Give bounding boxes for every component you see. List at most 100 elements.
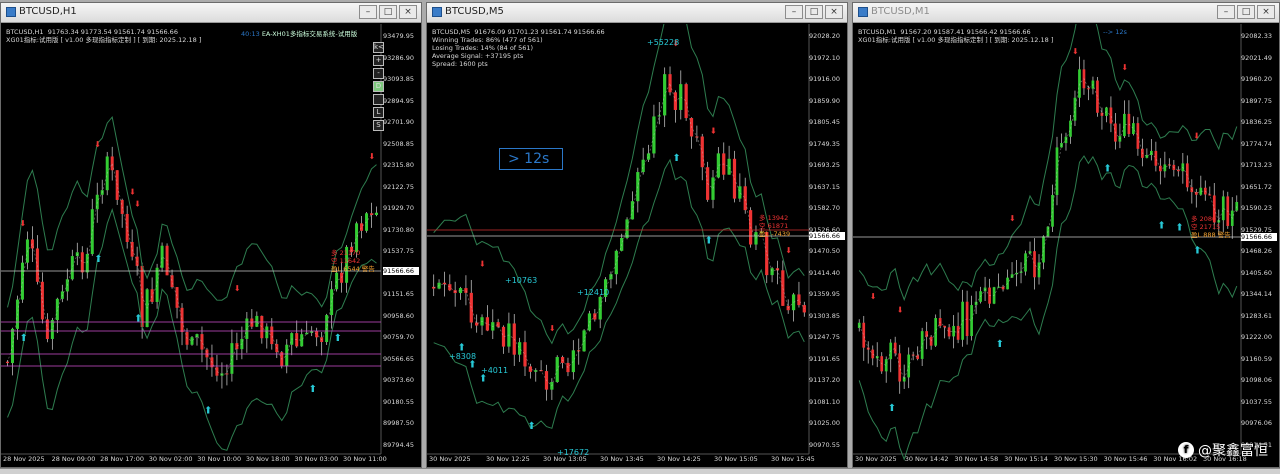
price-chart[interactable]: ⬆ ⬇ ⬆ ⬇ ⬆ ⬇ ⬆ ⬇ ⬆ ⬇ ⬆ ⬇ BTCUSD,M5 91676.09 91701.23…	[427, 24, 847, 467]
candles-canvas[interactable]: ⬆⬇⬆⬇⬆⬇⬆⬇⬆⬇⬆⬇	[853, 24, 1279, 468]
candle-body	[871, 349, 875, 359]
candle-body	[375, 212, 379, 215]
maximize-button[interactable]: □	[1237, 5, 1255, 19]
window-titlebar[interactable]: BTCUSD,H1 – □ ×	[1, 3, 421, 23]
maximize-button[interactable]: □	[379, 5, 397, 19]
candle-body	[862, 322, 866, 348]
chart-tool-button[interactable]: L	[373, 107, 384, 118]
price-tick-label: 91222.00	[1241, 333, 1273, 341]
candle-body	[1024, 253, 1027, 272]
signal-gain-label: +4011	[481, 366, 509, 375]
candles-canvas[interactable]: ⬆⬇⬆⬇⬆⬇⬆⬇⬆⬇⬆⬇	[427, 24, 847, 468]
sell-arrow-icon: ⬇	[129, 187, 136, 196]
price-tick-label: 91037.55	[1241, 397, 1273, 406]
candle-body	[1037, 262, 1041, 278]
buy-arrow-icon: ⬆	[672, 153, 680, 164]
candle-body	[679, 84, 683, 110]
price-tick-label: 91470.50	[809, 247, 841, 255]
price-tick-label: 93093.85	[383, 75, 415, 83]
price-tick-label: 91805.45	[809, 118, 841, 126]
price-tick-label: 92122.75	[383, 182, 415, 191]
candle-body	[501, 326, 506, 347]
buy-arrow-icon: ⬆	[527, 421, 535, 432]
sell-arrow-icon: ⬇	[870, 292, 877, 301]
candle-body	[797, 294, 801, 306]
candle-body	[857, 322, 861, 328]
price-tick-label: 91651.72	[1241, 182, 1273, 191]
window-titlebar[interactable]: BTCUSD,M5 – □ ×	[427, 3, 847, 23]
price-tick-label: 91344.14	[1241, 290, 1273, 298]
candle-body	[1109, 107, 1113, 124]
price-tick-label: 91025.00	[809, 419, 841, 427]
time-tick-label: 30 Nov 10:00	[197, 455, 242, 463]
minimize-button[interactable]: –	[359, 5, 377, 19]
candle-body	[335, 272, 339, 290]
window-titlebar[interactable]: BTCUSD,M1 – □ ×	[853, 3, 1279, 23]
sell-arrow-icon: ⬇	[785, 246, 792, 255]
candle-body	[598, 296, 602, 320]
price-tick-label: 93479.95	[383, 32, 415, 40]
price-tick-label: 90373.60	[383, 376, 415, 384]
sell-arrow-icon: ⬇	[94, 140, 101, 149]
price-tick-label: 91836.25	[1241, 118, 1273, 126]
watermark: f @聚鑫富恒	[1178, 440, 1268, 460]
moving-average-line	[433, 82, 805, 387]
window-title: BTCUSD,M1	[871, 6, 930, 17]
candle-body	[668, 74, 672, 93]
sell-arrow-icon: ⬇	[1009, 214, 1016, 223]
chart-icon	[6, 6, 16, 17]
sell-arrow-icon: ⬇	[897, 305, 904, 314]
candle-body	[614, 250, 618, 275]
candle-body	[448, 284, 452, 291]
candle-body	[898, 353, 902, 382]
price-chart[interactable]: ⬆ ⬇ ⬆ ⬇ ⬆ ⬇ ⬆ ⬇ ⬆ ⬇ ⬆ ⬇ BTCUSD,M1 91567.20 91587.41…	[853, 24, 1279, 467]
taskbar	[0, 468, 1280, 474]
minimize-button[interactable]: –	[785, 5, 803, 19]
candle-body	[1078, 69, 1081, 98]
price-tick-label: 91859.90	[809, 96, 841, 105]
close-button[interactable]: ×	[825, 5, 843, 19]
buy-arrow-icon: ⬆	[705, 236, 713, 247]
price-tick-label: 92315.80	[383, 161, 415, 169]
time-tick-label: 30 Nov 11:00	[343, 455, 387, 463]
candle-body	[130, 242, 134, 257]
time-tick-label: 30 Nov 14:25	[657, 455, 701, 463]
chart-window-m1[interactable]: BTCUSD,M1 – □ × ⬆ ⬇ ⬆ ⬇ ⬆ ⬇ ⬆ ⬇ ⬆ ⬇ ⬆ ⬇ BTCUSD,M1 915…	[852, 2, 1280, 468]
price-chart[interactable]: ⬆ ⬇ ⬆ ⬇ ⬆ ⬇ ⬆ ⬇ ⬆ ⬇ ⬆ ⬇ BTCUSD,H1 91763.34 91773.54…	[1, 24, 421, 467]
chart-icon	[858, 6, 868, 17]
buy-arrow-icon: ⬆	[1193, 245, 1201, 256]
candle-body	[528, 366, 532, 372]
candle-body	[929, 336, 933, 346]
close-button[interactable]: ×	[1257, 5, 1275, 19]
candle-body	[518, 342, 522, 355]
candles-canvas[interactable]: ⬆⬇⬆⬇⬆⬇⬆⬇⬆⬇⬆⬇	[1, 24, 421, 468]
price-tick-label: 92028.20	[809, 32, 841, 40]
price-tick-label: 91247.75	[809, 333, 841, 341]
chart-window-h1[interactable]: BTCUSD,H1 – □ × ⬆ ⬇ ⬆ ⬇ ⬆ ⬇ ⬆ ⬇ ⬆ ⬇ ⬆ ⬇ BTCUSD,H1 917…	[0, 2, 422, 468]
price-tick-label: 92508.85	[383, 139, 415, 148]
social-logo-icon: f	[1178, 442, 1194, 458]
time-tick-label: 28 Nov 09:00	[51, 455, 96, 463]
chart-tool-button[interactable]: k<	[373, 42, 384, 53]
close-button[interactable]: ×	[399, 5, 417, 19]
candle-body	[1096, 80, 1099, 113]
chart-info: BTCUSD,M5 91676.09 91701.23 91561.74 915…	[432, 28, 605, 68]
candle-body	[1028, 251, 1032, 254]
chart-window-m5[interactable]: BTCUSD,M5 – □ × ⬆ ⬇ ⬆ ⬇ ⬆ ⬇ ⬆ ⬇ ⬆ ⬇ ⬆ ⬇ BTCUSD,M5 916…	[426, 2, 848, 468]
minimize-button[interactable]: –	[1217, 5, 1235, 19]
buy-arrow-icon: ⬆	[19, 333, 27, 344]
candle-body	[1154, 150, 1158, 166]
candle-body	[916, 355, 920, 359]
sell-arrow-icon: ⬇	[1072, 47, 1079, 56]
signal-gain-label: +12410	[577, 288, 610, 297]
price-tick-label: 91137.20	[809, 376, 841, 384]
time-tick-label: 30 Nov 2025	[855, 455, 897, 463]
maximize-button[interactable]: □	[805, 5, 823, 19]
price-tick-label: 90970.55	[809, 440, 841, 449]
time-tick-label: 30 Nov 2025	[429, 455, 471, 463]
candle-body	[727, 158, 731, 175]
buy-arrow-icon: ⬆	[996, 339, 1004, 350]
price-tick-label: 89987.50	[383, 419, 415, 427]
candle-body	[175, 287, 179, 308]
time-tick-label: 30 Nov 14:58	[954, 455, 999, 463]
